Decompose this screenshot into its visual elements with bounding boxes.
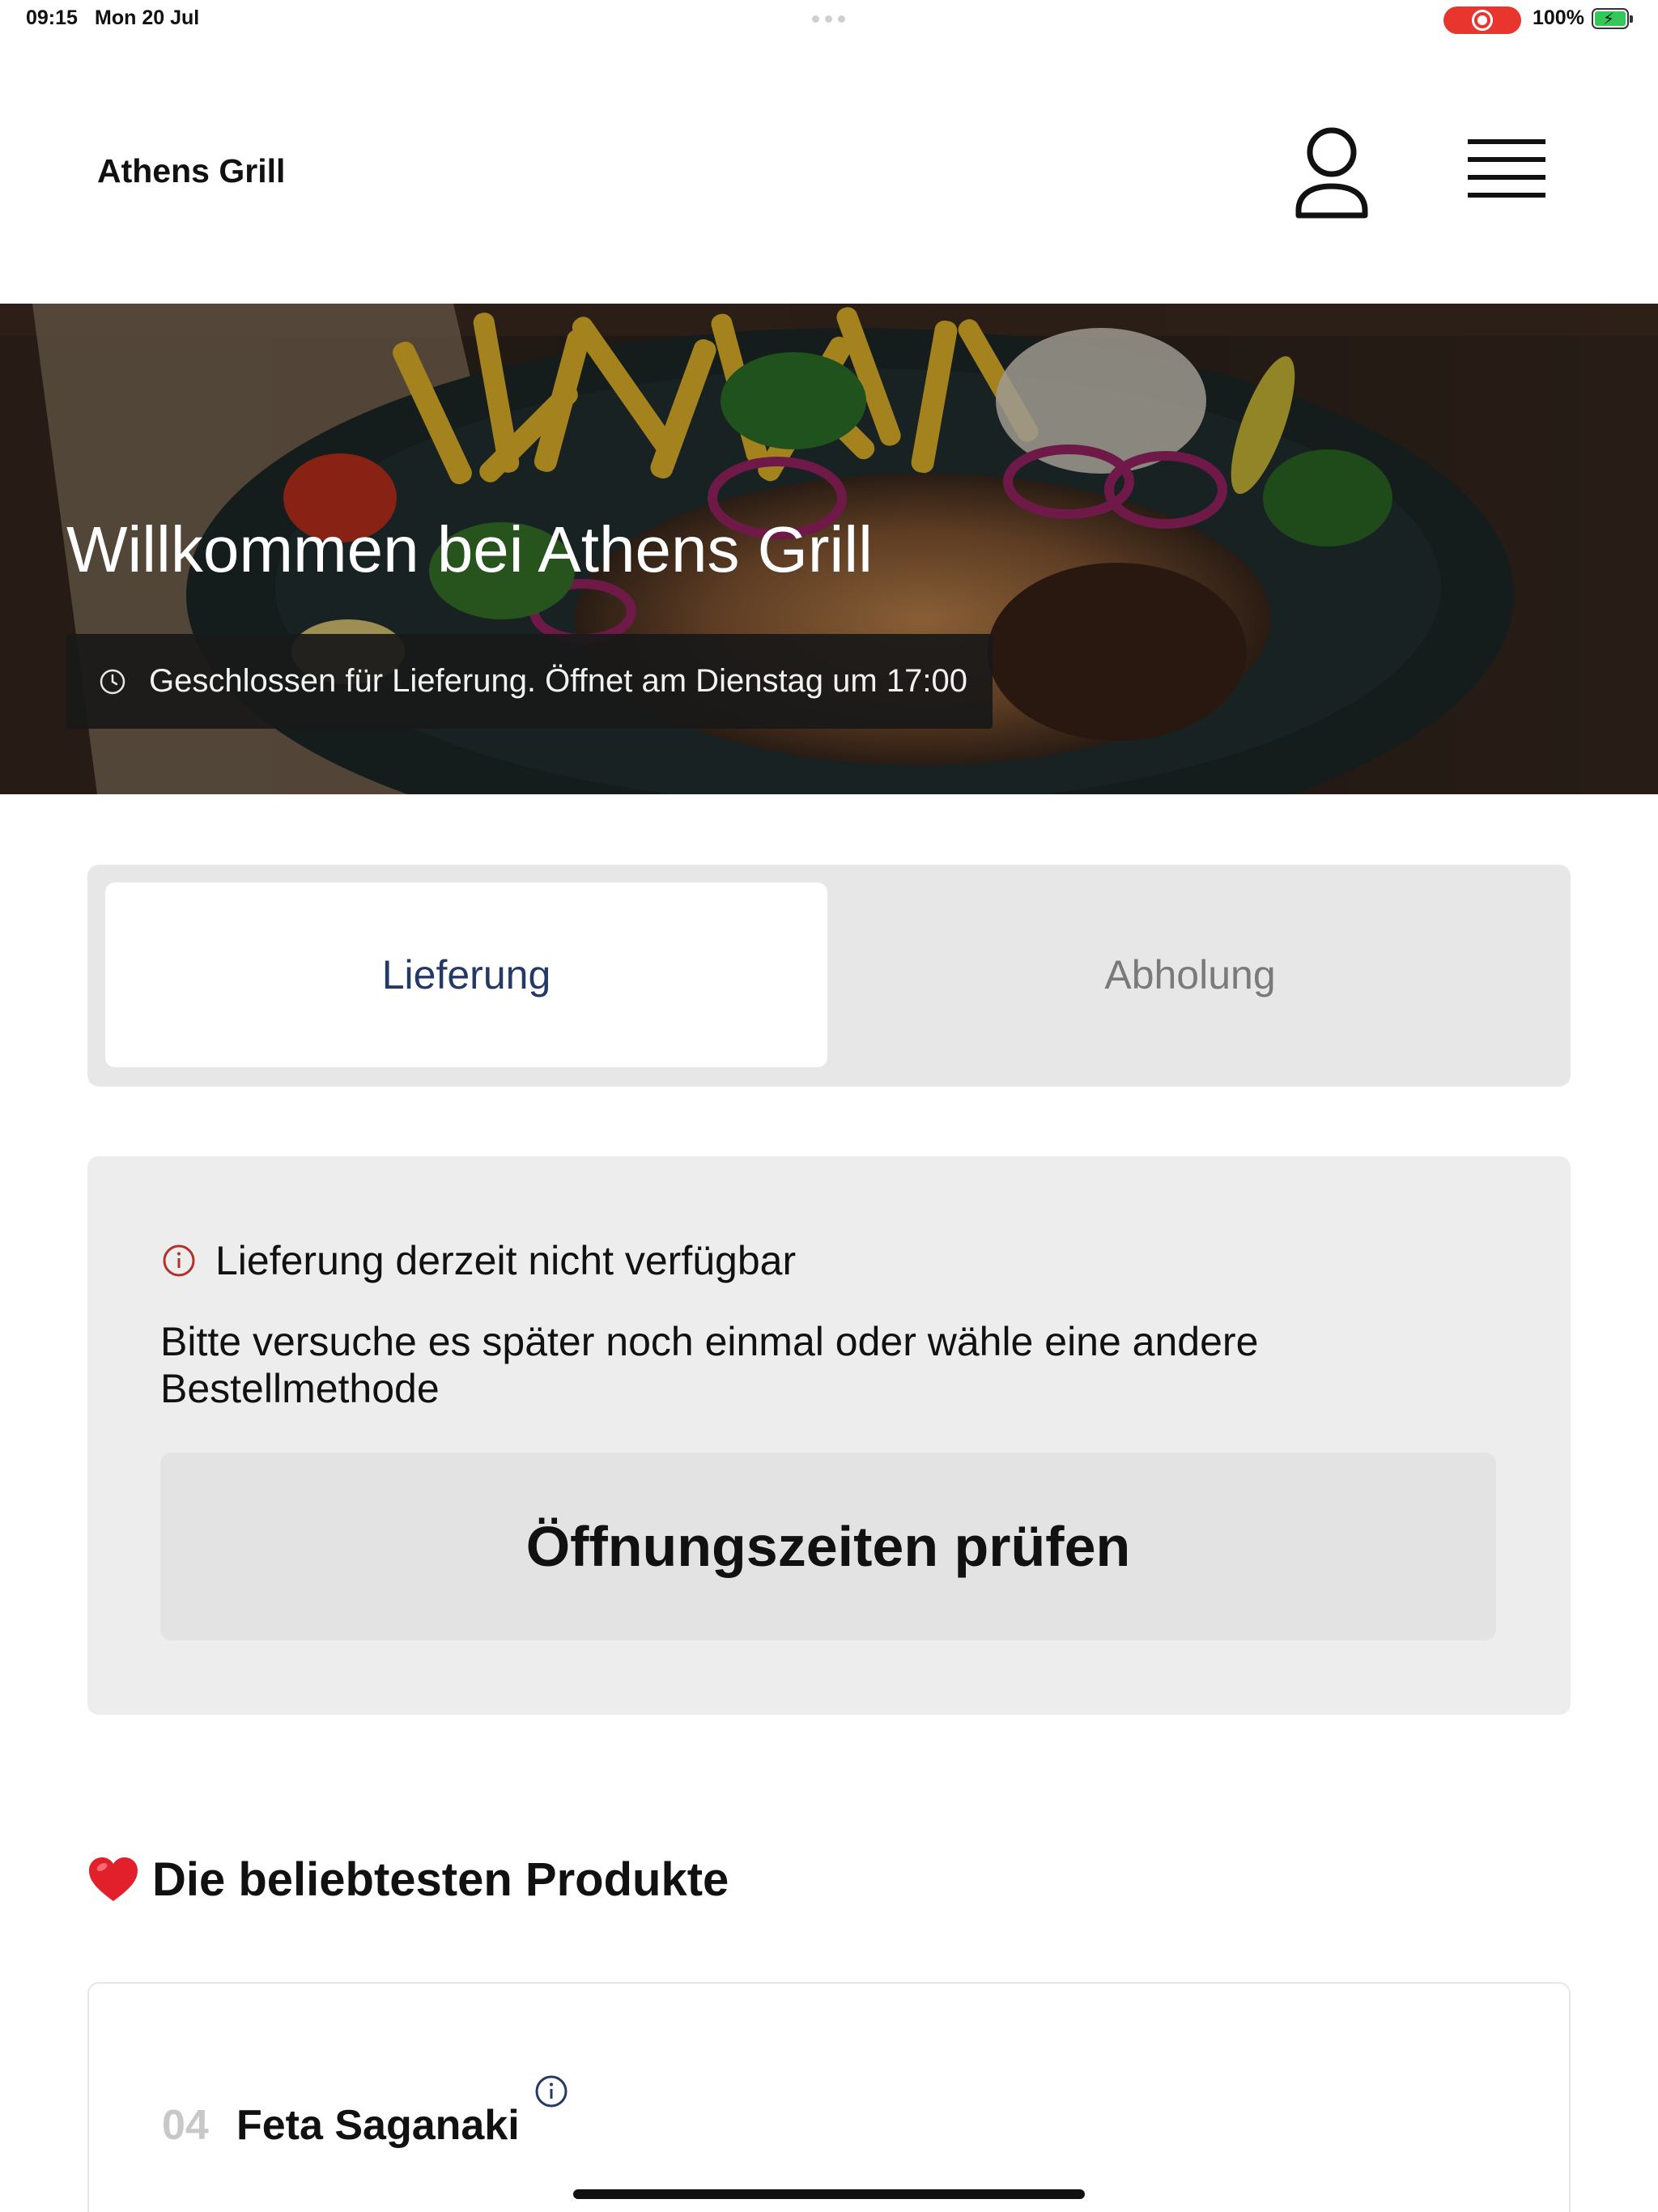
product-card[interactable]: 04 Feta Saganaki [87, 1982, 1571, 2212]
hero-title: Willkommen bei Athens Grill [66, 513, 873, 585]
brand-name[interactable]: Athens Grill [97, 152, 285, 190]
notice-title: Lieferung derzeit nicht verfügbar [215, 1238, 797, 1283]
opening-hours-text: Geschlossen für Lieferung. Öffnet am Die… [149, 663, 967, 699]
menu-button[interactable] [1461, 130, 1550, 211]
battery-icon: ⚡ [1592, 8, 1633, 29]
app-screen: 09:15 Mon 20 Jul 100% ⚡ Athens Grill Wil… [0, 0, 1658, 2212]
notice-message: Bitte versuche es später noch einmal ode… [160, 1319, 1259, 1411]
product-name: Feta Saganaki [236, 2102, 520, 2149]
clock-icon [100, 669, 125, 694]
status-time: 09:15 [26, 6, 78, 29]
order-method-switch: Lieferung Abholung [87, 865, 1571, 1087]
battery-percentage: 100% [1533, 6, 1584, 29]
profile-button[interactable] [1287, 125, 1376, 222]
screen-recording-icon[interactable] [1443, 6, 1521, 34]
heart-icon [89, 1857, 138, 1901]
app-header: Athens Grill [0, 73, 1658, 272]
status-date: Mon 20 Jul [95, 6, 200, 29]
tab-delivery[interactable]: Lieferung [105, 883, 827, 1067]
multitasking-dots-icon[interactable] [812, 15, 845, 23]
notice-header: Lieferung derzeit nicht verfügbar [162, 1237, 796, 1284]
user-icon [1295, 127, 1368, 219]
popular-products-title: Die beliebtesten Produkte [152, 1853, 729, 1906]
popular-products-header: Die beliebtesten Produkte [87, 1853, 729, 1907]
info-icon [163, 1244, 195, 1277]
hamburger-menu-icon [1468, 139, 1545, 198]
tab-pickup[interactable]: Abholung [829, 883, 1551, 1067]
opening-hours-badge: Geschlossen für Lieferung. Öffnet am Die… [66, 634, 993, 729]
hero-banner: Willkommen bei Athens Grill Geschlossen … [0, 304, 1658, 794]
product-number: 04 [162, 2102, 209, 2149]
home-indicator[interactable] [573, 2189, 1085, 2199]
status-bar: 09:15 Mon 20 Jul 100% ⚡ [0, 0, 1658, 39]
check-opening-hours-button[interactable]: Öffnungszeiten prüfen [160, 1453, 1496, 1640]
delivery-unavailable-notice: Lieferung derzeit nicht verfügbar Bitte … [87, 1156, 1571, 1715]
info-icon[interactable] [534, 2074, 568, 2108]
